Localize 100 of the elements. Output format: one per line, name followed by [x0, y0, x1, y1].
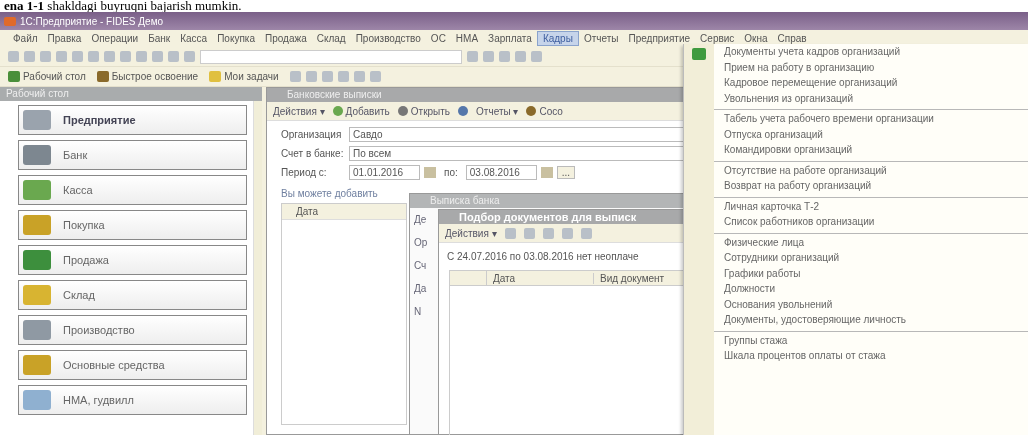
field-label: Да: [414, 283, 427, 294]
toolbar-icon[interactable]: [104, 51, 115, 62]
menu-item[interactable]: Личная карточка Т-2: [714, 196, 1028, 214]
toolbar-button[interactable]: Быстрое освоение: [96, 71, 199, 82]
toolbar-button[interactable]: Сосо: [526, 105, 563, 117]
menu-item[interactable]: Покупка: [212, 32, 260, 45]
section-button[interactable]: Основные средства: [18, 350, 247, 380]
menu-item[interactable]: Группы стажа: [714, 330, 1028, 348]
toolbar-button[interactable]: Добавить: [332, 105, 390, 117]
menu-item[interactable]: НМА: [450, 32, 484, 45]
toolbar-icon[interactable]: [467, 51, 478, 62]
toolbar-icon[interactable]: [483, 51, 494, 62]
toolbar-button[interactable]: Рабочий стол: [8, 71, 86, 82]
menu-item[interactable]: Операции: [86, 32, 144, 45]
toolbar-icon[interactable]: [523, 227, 535, 239]
menu-item[interactable]: Командировки организаций: [714, 142, 1028, 158]
actions-menu[interactable]: Отчеты ▾: [476, 105, 519, 117]
menu-item[interactable]: Банк: [143, 32, 176, 45]
field-label: Организация: [281, 129, 343, 140]
toolbar-icon[interactable]: [24, 51, 35, 62]
toolbar-button[interactable]: Открыть: [397, 105, 451, 117]
menu-item[interactable]: Производство: [350, 32, 426, 45]
toolbar-icon[interactable]: [499, 51, 510, 62]
menu-item[interactable]: Продажа: [259, 32, 312, 45]
menu-item[interactable]: Файл: [8, 32, 43, 45]
toolbar-button[interactable]: Мои задачи: [209, 71, 279, 82]
panel-header: Рабочий стол: [0, 87, 262, 101]
menu-item[interactable]: ОС: [425, 32, 451, 45]
menu-item[interactable]: Кадровое перемещение организаций: [714, 75, 1028, 91]
toolbar-icon[interactable]: [504, 227, 516, 239]
menu-item[interactable]: Предприятие: [623, 32, 696, 45]
toolbar-icon[interactable]: [305, 71, 317, 82]
toolbar-icon[interactable]: [561, 227, 573, 239]
field-label: по:: [443, 167, 459, 178]
date-field[interactable]: 01.01.2016: [349, 165, 420, 180]
menu-item[interactable]: Сотрудники организаций: [714, 250, 1028, 266]
toolbar-icon[interactable]: [580, 227, 592, 239]
toolbar-icon[interactable]: [337, 71, 349, 82]
section-button[interactable]: Касса: [18, 175, 247, 205]
menu-item[interactable]: Табель учета рабочего времени организации: [714, 109, 1028, 127]
menu-item[interactable]: Физические лица: [714, 232, 1028, 250]
toolbar-icon[interactable]: [120, 51, 131, 62]
section-button[interactable]: НМА, гудвилл: [18, 385, 247, 415]
toolbar-icon[interactable]: [56, 51, 67, 62]
toolbar-icon[interactable]: [8, 51, 19, 62]
field-label: Период с:: [281, 167, 328, 178]
menu-item[interactable]: Шкала процентов оплаты от стажа: [714, 348, 1028, 364]
date-field[interactable]: 03.08.2016: [465, 165, 537, 180]
section-button[interactable]: Производство: [18, 315, 247, 345]
actions-menu[interactable]: Действия ▾: [445, 227, 497, 239]
field-label: Счет в банке:: [281, 148, 345, 159]
toolbar-icon[interactable]: [184, 51, 195, 62]
menu-item[interactable]: Увольнения из организаций: [714, 90, 1028, 106]
toolbar-icon[interactable]: [289, 71, 301, 82]
scrollbar[interactable]: [253, 101, 262, 435]
toolbar-icon[interactable]: [542, 227, 554, 239]
field-label: Сч: [414, 260, 427, 271]
toolbar-icon[interactable]: [88, 51, 99, 62]
toolbar-icon[interactable]: [369, 71, 381, 82]
menu-item[interactable]: Отчеты: [578, 32, 624, 45]
menu-item[interactable]: Окна: [739, 32, 773, 45]
toolbar-icon[interactable]: [136, 51, 147, 62]
menu-item[interactable]: Отсутствие на работе организаций: [714, 160, 1028, 178]
menu-item[interactable]: Графики работы: [714, 265, 1028, 281]
column-header: N: [414, 306, 422, 317]
menu-item[interactable]: Кадры: [536, 31, 579, 46]
toolbar-icon[interactable]: [40, 51, 51, 62]
menu-item[interactable]: Возврат на работу организаций: [714, 178, 1028, 194]
caption-text: ena 1-1 shakldagi buyruqni bajarish mumkin.: [3, 0, 243, 12]
toolbar-icon[interactable]: [321, 71, 333, 82]
menu-item[interactable]: Прием на работу в организацию: [714, 59, 1028, 75]
section-button[interactable]: Покупка: [18, 210, 247, 240]
section-button[interactable]: Банк: [18, 140, 247, 170]
toolbar-icon[interactable]: [168, 51, 179, 62]
search-field[interactable]: [200, 49, 462, 64]
menu-item[interactable]: Документы учета кадров организаций: [714, 44, 1028, 60]
column-header[interactable]: Дата: [487, 272, 594, 284]
window-title: 1С:Предприятие - FIDES Демо: [20, 15, 164, 27]
section-button[interactable]: Склад: [18, 280, 247, 310]
actions-menu[interactable]: Действия ▾: [273, 105, 325, 117]
menu-item[interactable]: Должности: [714, 281, 1028, 297]
toolbar-icon[interactable]: [152, 51, 163, 62]
toolbar-icon[interactable]: [531, 51, 542, 62]
menu-item[interactable]: Зарплата: [483, 32, 537, 45]
menu-item[interactable]: Документы, удостоверяющие личность: [714, 312, 1028, 328]
menu-item[interactable]: Основания увольнений: [714, 296, 1028, 312]
select-button[interactable]: ...: [556, 166, 576, 179]
section-button[interactable]: Предприятие: [18, 105, 247, 135]
toolbar-icon[interactable]: [353, 71, 365, 82]
toolbar-icon[interactable]: [515, 51, 526, 62]
menu-item[interactable]: Отпуска организаций: [714, 126, 1028, 142]
section-button[interactable]: Продажа: [18, 245, 247, 275]
toolbar-icon[interactable]: [72, 51, 83, 62]
menu-item[interactable]: Касса: [175, 32, 213, 45]
menu-item[interactable]: Справ: [772, 32, 812, 45]
column-header[interactable]: Дата: [282, 204, 406, 220]
menu-item[interactable]: Правка: [42, 32, 87, 45]
field-label: Ор: [414, 237, 428, 248]
menu-item[interactable]: Сервис: [695, 32, 740, 45]
menu-item[interactable]: Склад: [311, 32, 351, 45]
